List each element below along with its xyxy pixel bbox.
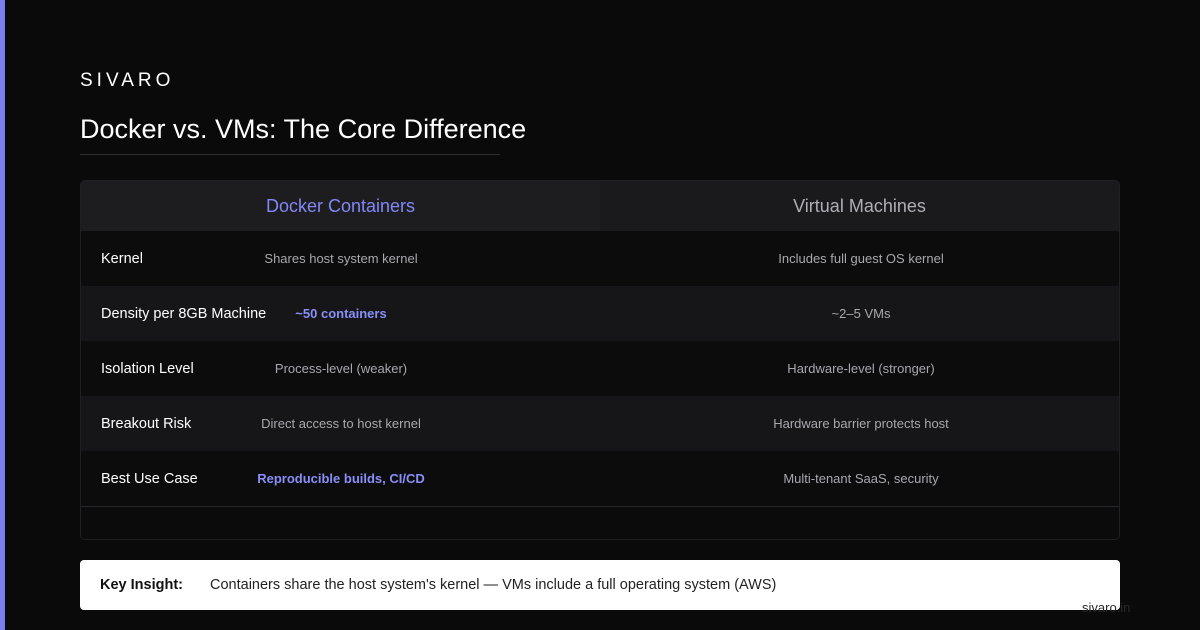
table-footer (81, 506, 1119, 539)
comparison-table: Docker Containers Virtual Machines Kerne… (80, 180, 1120, 540)
table-row: Density per 8GB Machine ~50 containers ~… (81, 286, 1119, 341)
table-row: Kernel Shares host system kernel Include… (81, 231, 1119, 286)
insight-label: Key Insight: (100, 577, 183, 593)
title-divider (80, 154, 500, 155)
header-docker-containers: Docker Containers (81, 181, 600, 231)
vm-cell: Hardware barrier protects host (773, 416, 949, 431)
docker-cell: Shares host system kernel (264, 251, 418, 266)
row-label: Best Use Case (101, 470, 198, 487)
docker-cell: ~50 containers (295, 306, 387, 321)
row-label: Isolation Level (101, 360, 194, 377)
accent-bar (0, 0, 5, 630)
table-header: Docker Containers Virtual Machines (81, 181, 1119, 231)
page-title: Docker vs. VMs: The Core Difference (80, 114, 527, 144)
watermark: sivaro.in (1082, 600, 1131, 615)
table-row: Isolation Level Process-level (weaker) H… (81, 341, 1119, 396)
key-insight-banner: Key Insight: Containers share the host s… (80, 560, 1120, 610)
table-row: Breakout Risk Direct access to host kern… (81, 396, 1119, 451)
vm-cell: Multi-tenant SaaS, security (783, 471, 939, 486)
docker-cell: Process-level (weaker) (274, 361, 408, 376)
header-virtual-machines: Virtual Machines (600, 181, 1119, 231)
vm-cell: Includes full guest OS kernel (778, 251, 944, 266)
row-label: Breakout Risk (101, 415, 192, 432)
row-label: Density per 8GB Machine (101, 305, 267, 322)
docker-cell: Reproducible builds, CI/CD (257, 471, 425, 486)
row-label: Kernel (101, 250, 143, 267)
brand-logo: SIVARO (80, 70, 175, 91)
docker-cell: Direct access to host kernel (261, 416, 421, 431)
table-row: Best Use Case Reproducible builds, CI/CD… (81, 451, 1119, 506)
vm-cell: Hardware-level (stronger) (787, 361, 935, 376)
insight-text: Containers share the host system's kerne… (210, 577, 777, 593)
vm-cell: ~2–5 VMs (831, 306, 891, 321)
